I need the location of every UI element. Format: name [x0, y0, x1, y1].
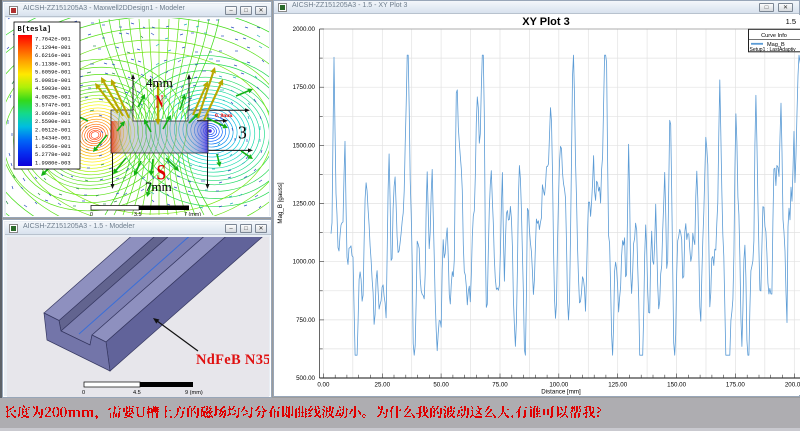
svg-text:5.2778e-002: 5.2778e-002: [35, 152, 71, 158]
svg-text:175.00: 175.00: [726, 382, 745, 389]
svg-text:1.5434e-001: 1.5434e-001: [35, 136, 71, 142]
svg-text:B[tesla]: B[tesla]: [18, 26, 52, 34]
svg-text:4.5: 4.5: [133, 390, 141, 396]
svg-text:4.0825e-001: 4.0825e-001: [35, 94, 71, 100]
svg-text:Mag_B [gauss]: Mag_B [gauss]: [277, 182, 284, 224]
svg-text:6.6216e-001: 6.6216e-001: [35, 53, 71, 59]
svg-text:0: 0: [82, 390, 85, 396]
svg-text:4mm: 4mm: [146, 75, 173, 90]
svg-text:5.0981e-001: 5.0981e-001: [35, 78, 71, 84]
svg-text:XY Plot 3: XY Plot 3: [522, 16, 569, 28]
svg-text:200.00: 200.00: [785, 382, 800, 389]
svg-text:2.5590e-001: 2.5590e-001: [35, 119, 71, 125]
svg-text:1750.00: 1750.00: [293, 84, 316, 91]
svg-text:0. 8mm: 0. 8mm: [215, 113, 233, 119]
svg-text:7 (mm): 7 (mm): [184, 212, 201, 216]
svg-text:0.00: 0.00: [317, 382, 330, 389]
svg-text:1000.00: 1000.00: [293, 259, 316, 266]
svg-text:5.6059e-001: 5.6059e-001: [35, 70, 71, 76]
svg-text:0: 0: [90, 212, 93, 216]
svg-text:3.0669e-001: 3.0669e-001: [35, 111, 71, 117]
svg-text:750.00: 750.00: [296, 317, 315, 324]
svg-text:1500.00: 1500.00: [293, 142, 316, 149]
svg-text:7mm: 7mm: [145, 179, 172, 194]
svg-text:3: 3: [238, 123, 247, 143]
svg-text:N: N: [156, 92, 164, 112]
svg-text:500.00: 500.00: [296, 375, 315, 382]
svg-text:3.5: 3.5: [134, 212, 142, 216]
svg-text:7.1294e-001: 7.1294e-001: [35, 45, 71, 51]
svg-text:6.1138e-001: 6.1138e-001: [35, 61, 71, 67]
svg-text:3.5747e-001: 3.5747e-001: [35, 103, 71, 109]
svg-text:Curve Info: Curve Info: [761, 33, 787, 39]
svg-text:2.0512e-001: 2.0512e-001: [35, 127, 71, 133]
svg-text:50.00: 50.00: [433, 382, 449, 389]
svg-text:25.00: 25.00: [375, 382, 391, 389]
svg-text:9 (mm): 9 (mm): [185, 390, 203, 396]
svg-text:Distance [mm]: Distance [mm]: [541, 389, 581, 396]
svg-text:7.7642e-001: 7.7642e-001: [35, 37, 71, 43]
svg-text:1250.00: 1250.00: [293, 201, 316, 208]
svg-text:150.00: 150.00: [667, 382, 686, 389]
svg-text:1.5: 1.5: [786, 17, 796, 26]
svg-text:4.5903e-001: 4.5903e-001: [35, 86, 71, 92]
svg-text:1.9980e-003: 1.9980e-003: [35, 161, 71, 167]
svg-text:Setup1 : LastAdaptiv: Setup1 : LastAdaptiv: [750, 47, 797, 53]
svg-text:125.00: 125.00: [608, 382, 627, 389]
svg-text:1.0356e-001: 1.0356e-001: [35, 144, 71, 150]
svg-text:100.00: 100.00: [549, 382, 568, 389]
svg-text:NdFeB N35: NdFeB N35: [196, 352, 269, 368]
svg-text:2000.00: 2000.00: [293, 26, 316, 33]
svg-text:75.00: 75.00: [492, 382, 508, 389]
